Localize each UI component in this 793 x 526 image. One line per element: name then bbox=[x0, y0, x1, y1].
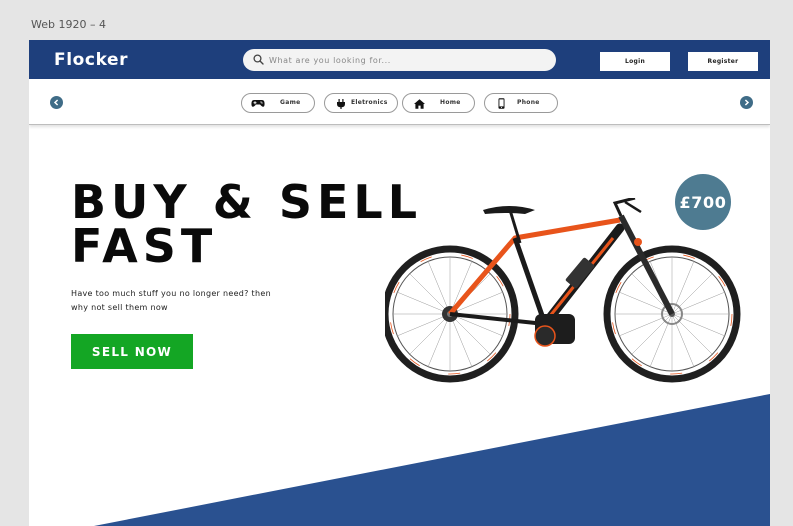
web-page-frame: Flocker Login Register bbox=[29, 40, 770, 526]
hero-headline: BUY & SELL FAST bbox=[71, 175, 423, 273]
hero-headline-line: FAST bbox=[71, 219, 218, 273]
sell-now-button[interactable]: SELL NOW bbox=[71, 334, 193, 369]
canvas-frame-label: Web 1920 – 4 bbox=[31, 18, 106, 31]
price-badge: £700 bbox=[675, 174, 731, 230]
hero-subtitle: Have too much stuff you no longer need? … bbox=[71, 287, 291, 315]
hero-subtitle-line: why not sell them now bbox=[71, 303, 168, 312]
bike-frame bbox=[448, 198, 675, 347]
hero-subtitle-line: Have too much stuff you no longer need? … bbox=[71, 289, 271, 298]
hero-headline-line: BUY & SELL bbox=[71, 175, 423, 229]
